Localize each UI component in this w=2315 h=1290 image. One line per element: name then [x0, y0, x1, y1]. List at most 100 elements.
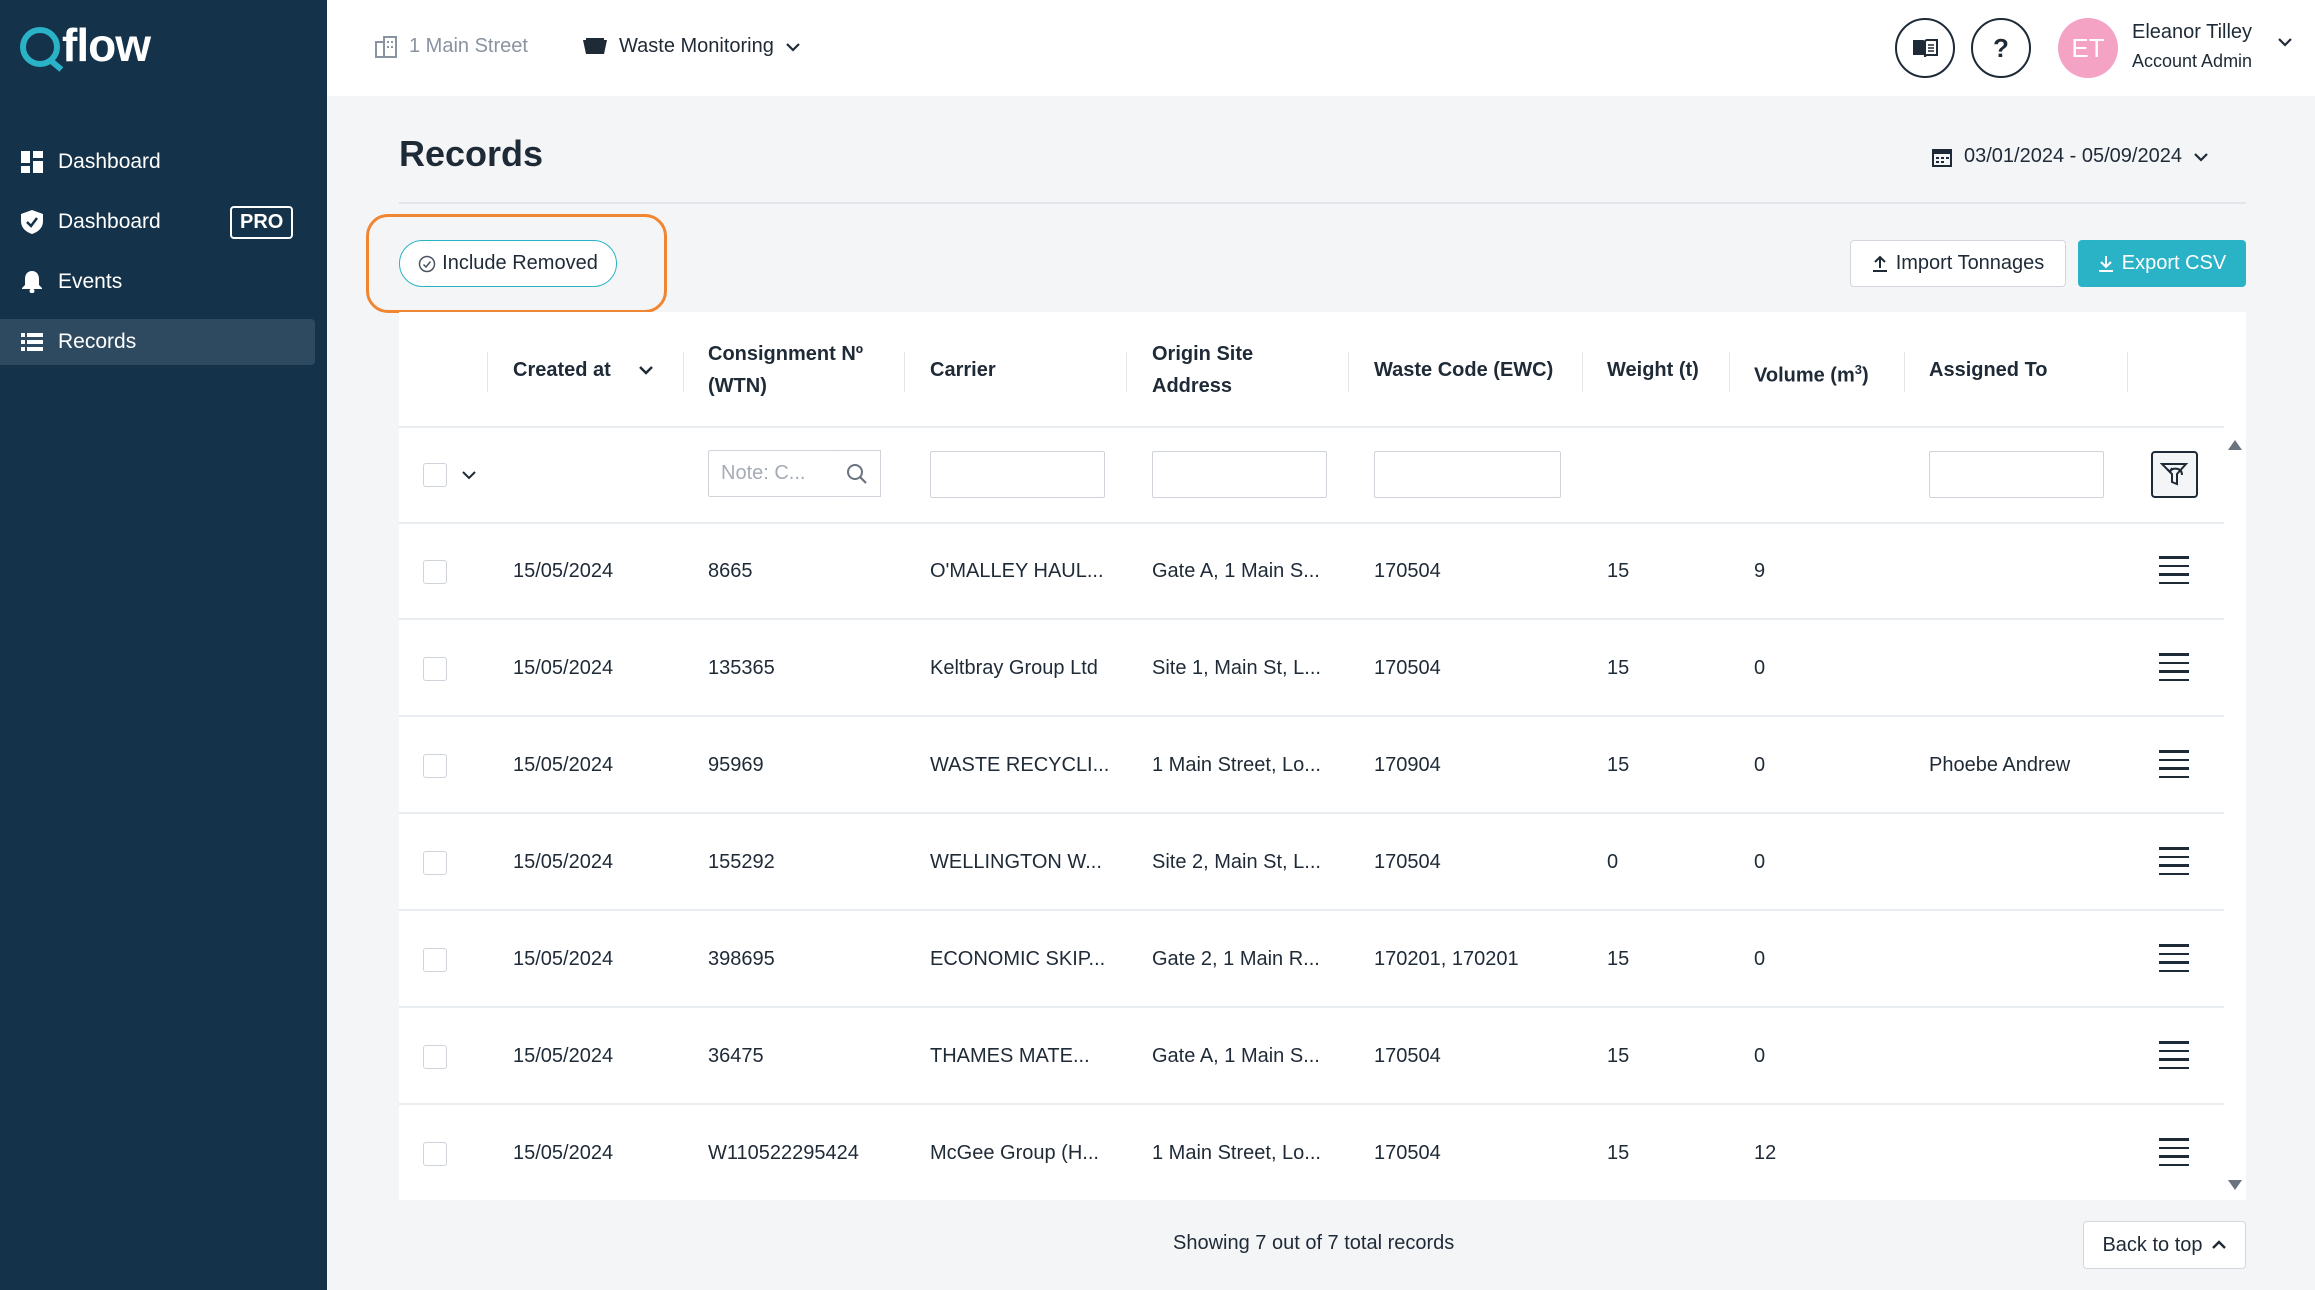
cell-weight: 0: [1607, 851, 1619, 873]
include-removed-label: Include Removed: [442, 252, 598, 274]
row-checkbox[interactable]: [423, 948, 447, 972]
cell-volume: 0: [1754, 754, 1766, 776]
column-separator: [904, 352, 905, 392]
cell-consignment[interactable]: W110522295424: [708, 1142, 859, 1165]
dashboard-grid-icon: [20, 150, 44, 174]
sidebar-item-dashboard-pro[interactable]: Dashboard PRO: [0, 199, 315, 245]
cell-created-at: 15/05/2024: [513, 948, 614, 970]
import-tonnages-label: Import Tonnages: [1895, 252, 2045, 274]
cell-weight: 15: [1607, 754, 1630, 776]
row-actions-menu-icon[interactable]: [2159, 1041, 2189, 1071]
column-header-carrier[interactable]: Carrier: [930, 354, 996, 386]
sidebar-item-dashboard[interactable]: Dashboard: [0, 139, 315, 185]
upload-icon: [1872, 255, 1887, 272]
row-checkbox[interactable]: [423, 754, 447, 778]
book-icon: [1913, 39, 1938, 58]
include-removed-toggle[interactable]: Include Removed: [399, 240, 617, 287]
avatar[interactable]: ET: [2058, 18, 2118, 78]
user-role: Account Admin: [2132, 51, 2253, 71]
cell-volume: 9: [1754, 560, 1766, 582]
calendar-icon: [1932, 148, 1952, 167]
cell-waste-code: 170504: [1374, 1142, 1441, 1164]
cell-consignment[interactable]: 398695: [708, 948, 775, 971]
column-header-assigned-to[interactable]: Assigned To: [1929, 354, 2048, 386]
cell-consignment[interactable]: 8665: [708, 560, 753, 583]
cell-waste-code: 170504: [1374, 560, 1441, 582]
cell-weight: 15: [1607, 1045, 1630, 1067]
sidebar-item-events[interactable]: Events: [0, 259, 315, 305]
cell-weight: 15: [1607, 948, 1630, 970]
column-header-label: Consignment Nº: [708, 343, 864, 365]
cell-created-at: 15/05/2024: [513, 754, 614, 776]
row-checkbox[interactable]: [423, 851, 447, 875]
chevron-down-icon[interactable]: [461, 469, 477, 481]
date-range-picker[interactable]: 03/01/2024 - 05/09/2024: [1932, 145, 2208, 168]
scroll-down-arrow[interactable]: [2228, 1180, 2242, 1190]
column-separator: [1729, 352, 1730, 392]
row-actions-menu-icon[interactable]: [2159, 847, 2189, 877]
consignment-search-button[interactable]: [833, 450, 881, 497]
check-circle-icon: [418, 255, 436, 272]
row-actions-menu-icon[interactable]: [2159, 556, 2189, 586]
row-checkbox[interactable]: [423, 560, 447, 584]
cell-consignment[interactable]: 36475: [708, 1045, 764, 1068]
assigned-filter-input[interactable]: [1929, 451, 2104, 498]
module-selector[interactable]: Waste Monitoring: [583, 35, 800, 58]
row-actions-menu-icon[interactable]: [2159, 653, 2189, 683]
column-header-label: Volume (m: [1754, 364, 1855, 387]
sidebar-item-records[interactable]: Records: [0, 319, 315, 365]
help-button[interactable]: ?: [1971, 18, 2031, 78]
carrier-filter-input[interactable]: [930, 451, 1105, 498]
row-actions-menu-icon[interactable]: [2159, 944, 2189, 974]
column-header-weight[interactable]: Weight (t): [1607, 354, 1699, 386]
row-checkbox[interactable]: [423, 1142, 447, 1166]
cell-consignment[interactable]: 135365: [708, 657, 775, 680]
cell-consignment[interactable]: 155292: [708, 851, 775, 874]
column-separator: [1582, 352, 1583, 392]
waste-code-filter-input[interactable]: [1374, 451, 1561, 498]
filter-reset-icon: [2159, 462, 2188, 485]
column-header-label: Address: [1152, 375, 1233, 397]
scroll-up-arrow[interactable]: [2228, 440, 2242, 450]
row-actions-menu-icon[interactable]: [2159, 1138, 2189, 1168]
site-breadcrumb[interactable]: 1 Main Street: [375, 35, 528, 58]
consignment-filter-input[interactable]: [708, 450, 834, 497]
row-divider: [399, 522, 2224, 524]
import-tonnages-button[interactable]: Import Tonnages: [1850, 240, 2066, 287]
cell-waste-code: 170504: [1374, 851, 1441, 873]
cell-weight: 15: [1607, 560, 1630, 582]
list-icon: [20, 330, 44, 354]
column-header-origin[interactable]: Origin Site Address: [1152, 338, 1253, 402]
sidebar-item-label: Records: [58, 330, 137, 353]
column-header-waste-code[interactable]: Waste Code (EWC): [1374, 354, 1553, 386]
skip-bin-icon: [583, 37, 607, 54]
row-divider: [399, 1103, 2224, 1105]
origin-filter-input[interactable]: [1152, 451, 1327, 498]
cell-origin: 1 Main Street, Lo...: [1152, 754, 1321, 776]
column-separator: [2127, 352, 2128, 392]
user-name[interactable]: Eleanor Tilley: [2132, 21, 2252, 44]
column-header-created-at[interactable]: Created at: [513, 354, 653, 386]
clear-filters-button[interactable]: [2151, 451, 2198, 498]
column-separator: [1904, 352, 1905, 392]
back-to-top-button[interactable]: Back to top: [2083, 1221, 2246, 1269]
column-header-consignment[interactable]: Consignment Nº (WTN): [708, 338, 863, 402]
sidebar-item-label: Dashboard: [58, 210, 161, 233]
row-checkbox[interactable]: [423, 657, 447, 681]
cell-origin: Gate A, 1 Main S...: [1152, 560, 1320, 582]
cell-origin: 1 Main Street, Lo...: [1152, 1142, 1321, 1164]
docs-button[interactable]: [1895, 18, 1955, 78]
select-all-checkbox[interactable]: [423, 463, 447, 487]
column-header-volume[interactable]: Volume (m3): [1754, 354, 1869, 392]
cell-created-at: 15/05/2024: [513, 657, 614, 679]
header-divider: [399, 202, 2246, 204]
chevron-down-icon: [786, 42, 800, 52]
column-separator: [1348, 352, 1349, 392]
cell-consignment[interactable]: 95969: [708, 754, 764, 777]
cell-waste-code: 170504: [1374, 1045, 1441, 1067]
chevron-down-icon[interactable]: [2277, 36, 2293, 48]
row-checkbox[interactable]: [423, 1045, 447, 1069]
row-actions-menu-icon[interactable]: [2159, 750, 2189, 780]
qflow-logo[interactable]: flow: [20, 19, 151, 72]
export-csv-button[interactable]: Export CSV: [2078, 240, 2246, 287]
